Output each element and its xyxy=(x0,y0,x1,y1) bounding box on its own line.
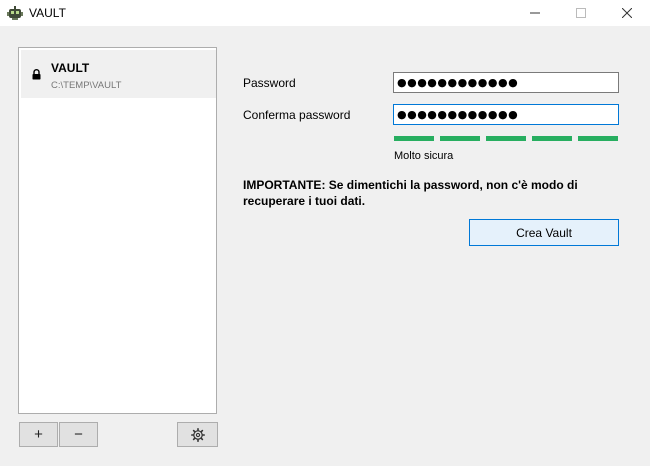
app-robot-icon xyxy=(7,6,23,20)
settings-button[interactable] xyxy=(177,422,218,447)
vault-path: C:\TEMP\VAULT xyxy=(51,80,122,91)
strength-segment xyxy=(394,136,434,141)
create-vault-button[interactable]: Crea Vault xyxy=(469,219,619,246)
vault-name: VAULT xyxy=(51,61,90,75)
minus-icon: − xyxy=(74,426,83,443)
minimize-button[interactable] xyxy=(512,0,558,26)
password-label: Password xyxy=(243,76,296,90)
confirm-password-label: Conferma password xyxy=(243,108,351,122)
plus-icon: + xyxy=(34,426,43,443)
close-button[interactable] xyxy=(604,0,650,26)
strength-segment xyxy=(486,136,526,141)
strength-segment xyxy=(440,136,480,141)
create-vault-label: Crea Vault xyxy=(516,225,572,240)
password-strength-label: Molto sicura xyxy=(394,150,454,162)
maximize-icon xyxy=(576,8,586,18)
lock-icon xyxy=(32,69,41,80)
remove-vault-button[interactable]: − xyxy=(59,422,98,447)
password-field[interactable]: ●●●●●●●●●●●● xyxy=(393,72,619,93)
strength-segment xyxy=(578,136,618,141)
password-strength-meter xyxy=(394,136,619,142)
strength-segment xyxy=(532,136,572,141)
add-vault-button[interactable]: + xyxy=(19,422,58,447)
vault-list[interactable]: VAULT C:\TEMP\VAULT xyxy=(18,47,217,414)
confirm-password-field[interactable]: ●●●●●●●●●●●● xyxy=(393,104,619,125)
gear-icon xyxy=(190,427,205,442)
maximize-button[interactable] xyxy=(558,0,604,26)
password-warning-text: IMPORTANTE: Se dimentichi la password, n… xyxy=(243,178,578,208)
minimize-icon xyxy=(530,12,540,14)
vault-list-item[interactable]: VAULT C:\TEMP\VAULT xyxy=(21,50,216,98)
title-bar: VAULT xyxy=(0,0,650,26)
close-icon xyxy=(622,8,632,18)
window-title: VAULT xyxy=(29,6,66,20)
